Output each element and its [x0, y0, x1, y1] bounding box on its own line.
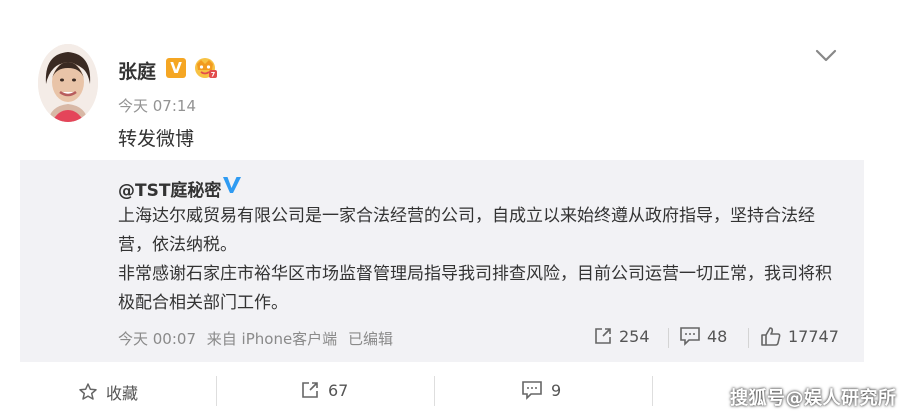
- svg-text:7: 7: [211, 71, 216, 79]
- repost-meta: 今天 00:07 来自 iPhone客户端 已编辑: [118, 328, 399, 349]
- star-icon: [79, 383, 97, 400]
- blue-v-icon: [221, 174, 243, 196]
- like-count: 17747: [788, 326, 839, 346]
- repost-comment-button[interactable]: 48: [679, 326, 727, 346]
- weibo-card: 张庭 V 7 今天 07:14 转发微博 @TST庭秘密 上海达尔威贸易有限公司…: [0, 0, 918, 415]
- comment-count: 9: [551, 380, 562, 400]
- watermark: 搜狐号@娱人研究所: [730, 388, 897, 409]
- share-icon: [302, 382, 318, 398]
- favorite-label: 收藏: [106, 384, 139, 403]
- edited-label[interactable]: 已编辑: [348, 330, 393, 348]
- repost-paragraph: 上海达尔威贸易有限公司是一家合法经营的公司，自成立以来始终遵从政府指导，坚持合法…: [118, 206, 815, 255]
- post-timestamp[interactable]: 今天 07:14: [118, 95, 196, 116]
- repost-body: 上海达尔威贸易有限公司是一家合法经营的公司，自成立以来始终遵从政府指导，坚持合法…: [118, 202, 838, 318]
- repost-share-button[interactable]: 254: [593, 326, 650, 346]
- repost-author[interactable]: @TST庭秘密: [118, 176, 221, 201]
- divider: [216, 376, 217, 406]
- divider: [652, 376, 653, 406]
- reposted-weibo[interactable]: @TST庭秘密 上海达尔威贸易有限公司是一家合法经营的公司，自成立以来始终遵从政…: [20, 160, 864, 362]
- share-count: 254: [619, 326, 650, 346]
- chevron-down-icon[interactable]: [815, 48, 837, 62]
- comment-icon: [680, 327, 700, 346]
- post-text: 转发微博: [118, 128, 195, 150]
- repost-source: 来自 iPhone客户端: [206, 330, 338, 348]
- favorite-button[interactable]: 收藏: [78, 380, 138, 404]
- avatar[interactable]: [38, 44, 98, 122]
- share-icon: [595, 328, 611, 344]
- comment-icon: [522, 381, 542, 400]
- divider: [668, 328, 669, 348]
- repost-paragraph: 非常感谢石家庄市裕华区市场监督管理局指导我司排查风险，目前公司运营一切正常，我司…: [118, 264, 832, 313]
- like-icon: [761, 327, 781, 346]
- author-name[interactable]: 张庭: [118, 57, 156, 84]
- crown-icon: 7: [192, 55, 218, 79]
- orange-v-badge: V: [166, 58, 186, 78]
- comment-count: 48: [707, 326, 728, 346]
- divider: [748, 328, 749, 348]
- forward-count: 67: [328, 380, 349, 400]
- repost-like-button[interactable]: 17747: [760, 326, 839, 346]
- comment-button[interactable]: 9: [521, 380, 561, 400]
- divider: [434, 376, 435, 406]
- forward-button[interactable]: 67: [300, 380, 348, 400]
- repost-timestamp[interactable]: 今天 00:07: [118, 330, 196, 348]
